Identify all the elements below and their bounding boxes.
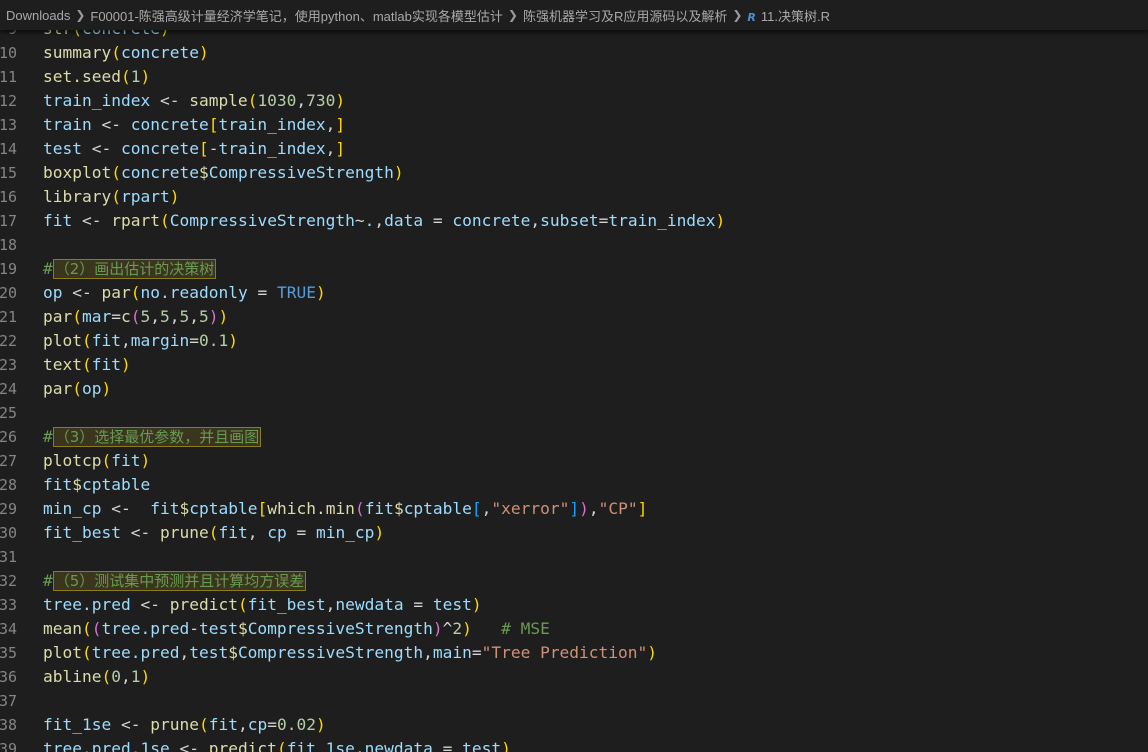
breadcrumb-item-file[interactable]: R 11.决策树.R [745,6,832,25]
code-text: train_index <- sample(1030,730) [43,91,346,110]
code-line[interactable]: 23 text(fit) [0,353,1148,377]
code-line[interactable]: 28 fit$cptable [0,473,1148,497]
code-line[interactable]: 30 fit_best <- prune(fit, cp = min_cp) [0,521,1148,545]
line-number: 25 [0,404,17,422]
line-number: 30 [0,524,17,542]
breadcrumb-file-label: 11.决策树.R [760,8,830,24]
code-line[interactable]: 22 plot(fit,margin=0.1) [0,329,1148,353]
code-text: plotcp(fit) [43,451,151,470]
line-number: 39 [0,740,17,752]
code-line[interactable]: 18 [0,233,1148,257]
code-line[interactable]: 34 mean((tree.pred-test$CompressiveStreng… [0,617,1148,641]
code-text: mean((tree.pred-test$CompressiveStrength… [43,619,550,638]
line-number: 16 [0,188,17,206]
code-text: fit <- rpart(CompressiveStrength~.,data … [43,211,726,230]
code-text: tree.pred.1se <- predict(fit_1se,newdata… [43,739,511,752]
line-number: 37 [0,692,17,710]
code-line[interactable]: 19 # （2）画出估计的决策树 [0,257,1148,281]
line-number: 19 [0,260,17,278]
chevron-right-icon: ❯ [75,8,86,22]
line-number: 24 [0,380,17,398]
code-line[interactable]: 24 par(op) [0,377,1148,401]
code-text: plot(fit,margin=0.1) [43,331,238,350]
code-line[interactable]: 33 tree.pred <- predict(fit_best,newdata … [0,593,1148,617]
breadcrumb-item[interactable]: 陈强机器学习及R应用源码以及解析 [521,6,729,25]
breadcrumb-item[interactable]: F00001-陈强高级计量经济学笔记，使用python、matlab实现各模型估… [88,6,504,25]
line-number: 18 [0,236,17,254]
line-number: 33 [0,596,17,614]
line-number: 29 [0,500,17,518]
code-line[interactable]: 16 library(rpart) [0,185,1148,209]
code-line[interactable]: 12 train_index <- sample(1030,730) [0,89,1148,113]
line-number: 17 [0,212,17,230]
line-number: 21 [0,308,17,326]
code-text: op <- par(no.readonly = TRUE) [43,283,326,302]
code-line[interactable]: 13 train <- concrete[train_index,] [0,113,1148,137]
code-line[interactable]: 21 par(mar=c(5,5,5,5)) [0,305,1148,329]
code-text: par(mar=c(5,5,5,5)) [43,307,229,326]
code-text: min_cp <- fit$cptable[which.min(fit$cpta… [43,499,648,518]
code-line[interactable]: 25 [0,401,1148,425]
code-text: par(op) [43,379,112,398]
code-text: fit_best <- prune(fit, cp = min_cp) [43,523,385,542]
code-text: set.seed(1) [43,67,151,86]
r-file-icon: R [747,10,756,24]
line-number: 10 [0,44,17,62]
code-line[interactable]: 17 fit <- rpart(CompressiveStrength~.,dat… [0,209,1148,233]
code-line[interactable]: 20 op <- par(no.readonly = TRUE) [0,281,1148,305]
code-text: # （3）选择最优参数，并且画图 [43,427,262,447]
code-line[interactable]: 38 fit_1se <- prune(fit,cp=0.02) [0,713,1148,737]
line-number: 12 [0,92,17,110]
code-line[interactable]: 36 abline(0,1) [0,665,1148,689]
code-editor[interactable]: 9str(concrete)10summary(concrete)11set.s… [0,19,1148,752]
line-number: 22 [0,332,17,350]
line-number: 15 [0,164,17,182]
code-line[interactable]: 29 min_cp <- fit$cptable[which.min(fit$cp… [0,497,1148,521]
code-text: test <- concrete[-train_index,] [43,139,346,158]
code-text: abline(0,1) [43,667,151,686]
line-number: 11 [0,68,17,86]
line-number: 36 [0,668,17,686]
code-text: boxplot(concrete$CompressiveStrength) [43,163,404,182]
code-line[interactable]: 26 # （3）选择最优参数，并且画图 [0,425,1148,449]
line-number: 20 [0,284,17,302]
line-number: 14 [0,140,17,158]
code-text: text(fit) [43,355,131,374]
line-number: 32 [0,572,17,590]
line-number: 38 [0,716,17,734]
code-text: summary(concrete) [43,43,209,62]
code-text: # （2）画出估计的决策树 [43,259,217,279]
line-number: 31 [0,548,17,566]
code-line[interactable]: 15 boxplot(concrete$CompressiveStrength) [0,161,1148,185]
line-number: 28 [0,476,17,494]
code-line[interactable]: 37 [0,689,1148,713]
code-line[interactable]: 11 set.seed(1) [0,65,1148,89]
code-text: tree.pred <- predict(fit_best,newdata = … [43,595,482,614]
line-number: 26 [0,428,17,446]
code-text: fit$cptable [43,475,151,494]
code-text: train <- concrete[train_index,] [43,115,346,134]
line-number: 34 [0,620,17,638]
code-text: plot(tree.pred,test$CompressiveStrength,… [43,643,658,662]
chevron-right-icon: ❯ [507,8,518,22]
chevron-right-icon: ❯ [732,8,743,22]
line-number: 23 [0,356,17,374]
line-number: 13 [0,116,17,134]
code-line[interactable]: 32 # （5）测试集中预测并且计算均方误差 [0,569,1148,593]
code-text: library(rpart) [43,187,180,206]
code-line[interactable]: 14 test <- concrete[-train_index,] [0,137,1148,161]
line-number: 35 [0,644,17,662]
code-line[interactable]: 31 [0,545,1148,569]
breadcrumb: Downloads ❯ F00001-陈强高级计量经济学笔记，使用python、… [0,0,1148,30]
code-line[interactable]: 10 summary(concrete) [0,41,1148,65]
code-text: fit_1se <- prune(fit,cp=0.02) [43,715,326,734]
breadcrumb-item[interactable]: Downloads [0,8,72,23]
line-number: 27 [0,452,17,470]
code-line[interactable]: 27 plotcp(fit) [0,449,1148,473]
code-line[interactable]: 39 tree.pred.1se <- predict(fit_1se,newda… [0,737,1148,752]
code-text: # （5）测试集中预测并且计算均方误差 [43,571,307,591]
code-line[interactable]: 35 plot(tree.pred,test$CompressiveStrengt… [0,641,1148,665]
